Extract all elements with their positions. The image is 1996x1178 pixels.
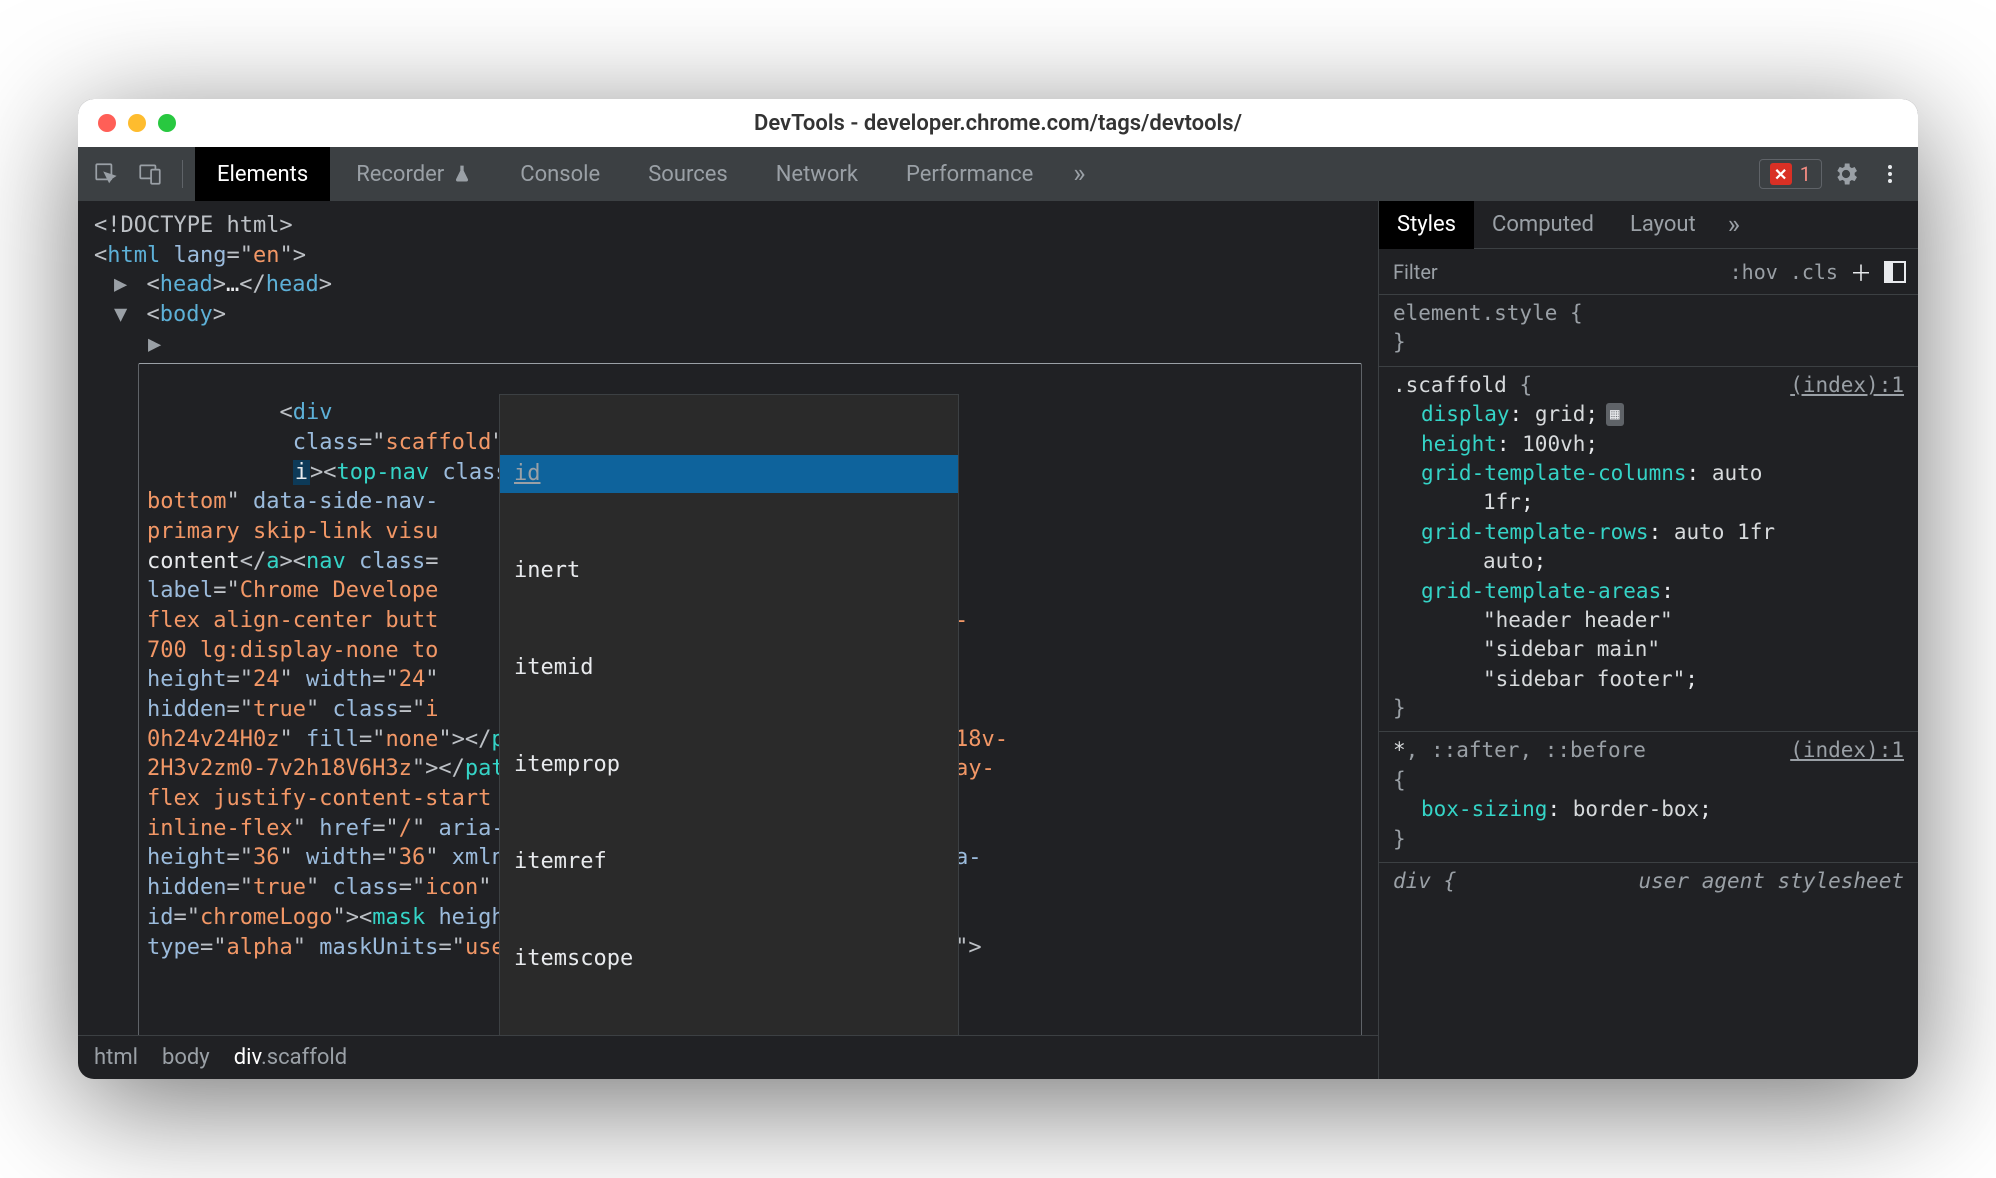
sidebar-toggle-icon[interactable]	[1884, 261, 1906, 283]
error-count-badge[interactable]: ✕ 1	[1759, 159, 1822, 189]
rule-ua-div[interactable]: div { user agent stylesheet	[1379, 863, 1918, 900]
error-icon: ✕	[1770, 163, 1792, 185]
grid-badge-icon[interactable]: ▦	[1606, 403, 1624, 425]
more-styles-tabs-icon[interactable]: »	[1714, 210, 1754, 240]
crumb-html[interactable]: html	[94, 1045, 138, 1070]
rule-scaffold[interactable]: .scaffold { (index):1 display: grid;▦ he…	[1379, 367, 1918, 733]
error-count: 1	[1800, 162, 1811, 186]
expand-caret-icon[interactable]: ▶	[148, 332, 161, 357]
source-link[interactable]: (index):1	[1790, 736, 1904, 765]
attr-edit-input[interactable]: i	[293, 460, 310, 485]
ac-item-itemid[interactable]: itemid	[500, 649, 958, 687]
kebab-menu-icon[interactable]	[1870, 154, 1910, 194]
rule-element-style[interactable]: element.style { }	[1379, 295, 1918, 367]
titlebar: DevTools - developer.chrome.com/tags/dev…	[78, 99, 1918, 147]
tab-elements[interactable]: Elements	[195, 147, 330, 201]
attr-autocomplete: id inert itemid itemprop itemref itemsco…	[499, 394, 959, 1035]
hover-toggle[interactable]: :hov	[1730, 260, 1778, 284]
tab-network[interactable]: Network	[754, 147, 880, 201]
doctype: <!DOCTYPE html>	[94, 213, 293, 238]
ac-item-id[interactable]: id	[500, 455, 958, 493]
editing-node[interactable]: <div class="scaffold" i><top-nav class="…	[138, 363, 1362, 1035]
tab-performance[interactable]: Performance	[884, 147, 1055, 201]
window-title: DevTools - developer.chrome.com/tags/dev…	[78, 111, 1918, 136]
styles-tabbar: Styles Computed Layout »	[1379, 201, 1918, 249]
tab-recorder[interactable]: Recorder	[334, 147, 494, 201]
tab-styles[interactable]: Styles	[1379, 201, 1474, 249]
dom-tree[interactable]: <!DOCTYPE html> <html lang="en"> ▶ <head…	[78, 201, 1378, 1035]
expand-caret-icon[interactable]: ▶	[114, 272, 127, 297]
breadcrumb-bar: html body div.scaffold	[78, 1035, 1378, 1079]
tab-layout[interactable]: Layout	[1612, 201, 1714, 249]
ac-item-itemscope[interactable]: itemscope	[500, 940, 958, 978]
more-tabs-icon[interactable]: »	[1059, 159, 1099, 189]
source-link[interactable]: (index):1	[1790, 371, 1904, 400]
crumb-div-scaffold[interactable]: div.scaffold	[234, 1045, 348, 1070]
crumb-body[interactable]: body	[162, 1045, 210, 1070]
new-style-rule-button[interactable]: ＋	[1850, 256, 1872, 288]
tab-computed[interactable]: Computed	[1474, 201, 1612, 249]
devtools-tabbar: Elements Recorder Console Sources Networ…	[78, 147, 1918, 201]
styles-filterbar: :hov .cls ＋	[1379, 249, 1918, 295]
tab-sources[interactable]: Sources	[626, 147, 750, 201]
separator	[182, 160, 183, 188]
device-toolbar-icon[interactable]	[130, 154, 170, 194]
devtools-window: DevTools - developer.chrome.com/tags/dev…	[78, 99, 1918, 1079]
ac-item-itemprop[interactable]: itemprop	[500, 746, 958, 784]
cls-toggle[interactable]: .cls	[1790, 260, 1838, 284]
flask-icon	[452, 164, 472, 184]
styles-panel: element.style { } .scaffold { (index):1 …	[1379, 295, 1918, 1079]
ac-item-itemref[interactable]: itemref	[500, 843, 958, 881]
settings-icon[interactable]	[1826, 154, 1866, 194]
ua-stylesheet-label: user agent stylesheet	[1456, 867, 1904, 896]
rule-universal[interactable]: *, ::after, ::before (index):1 { box-siz…	[1379, 732, 1918, 863]
tab-console[interactable]: Console	[498, 147, 622, 201]
ac-item-inert[interactable]: inert	[500, 552, 958, 590]
collapse-caret-icon[interactable]: ▼	[114, 302, 127, 327]
styles-filter-input[interactable]	[1391, 259, 1718, 285]
inspect-element-icon[interactable]	[86, 154, 126, 194]
